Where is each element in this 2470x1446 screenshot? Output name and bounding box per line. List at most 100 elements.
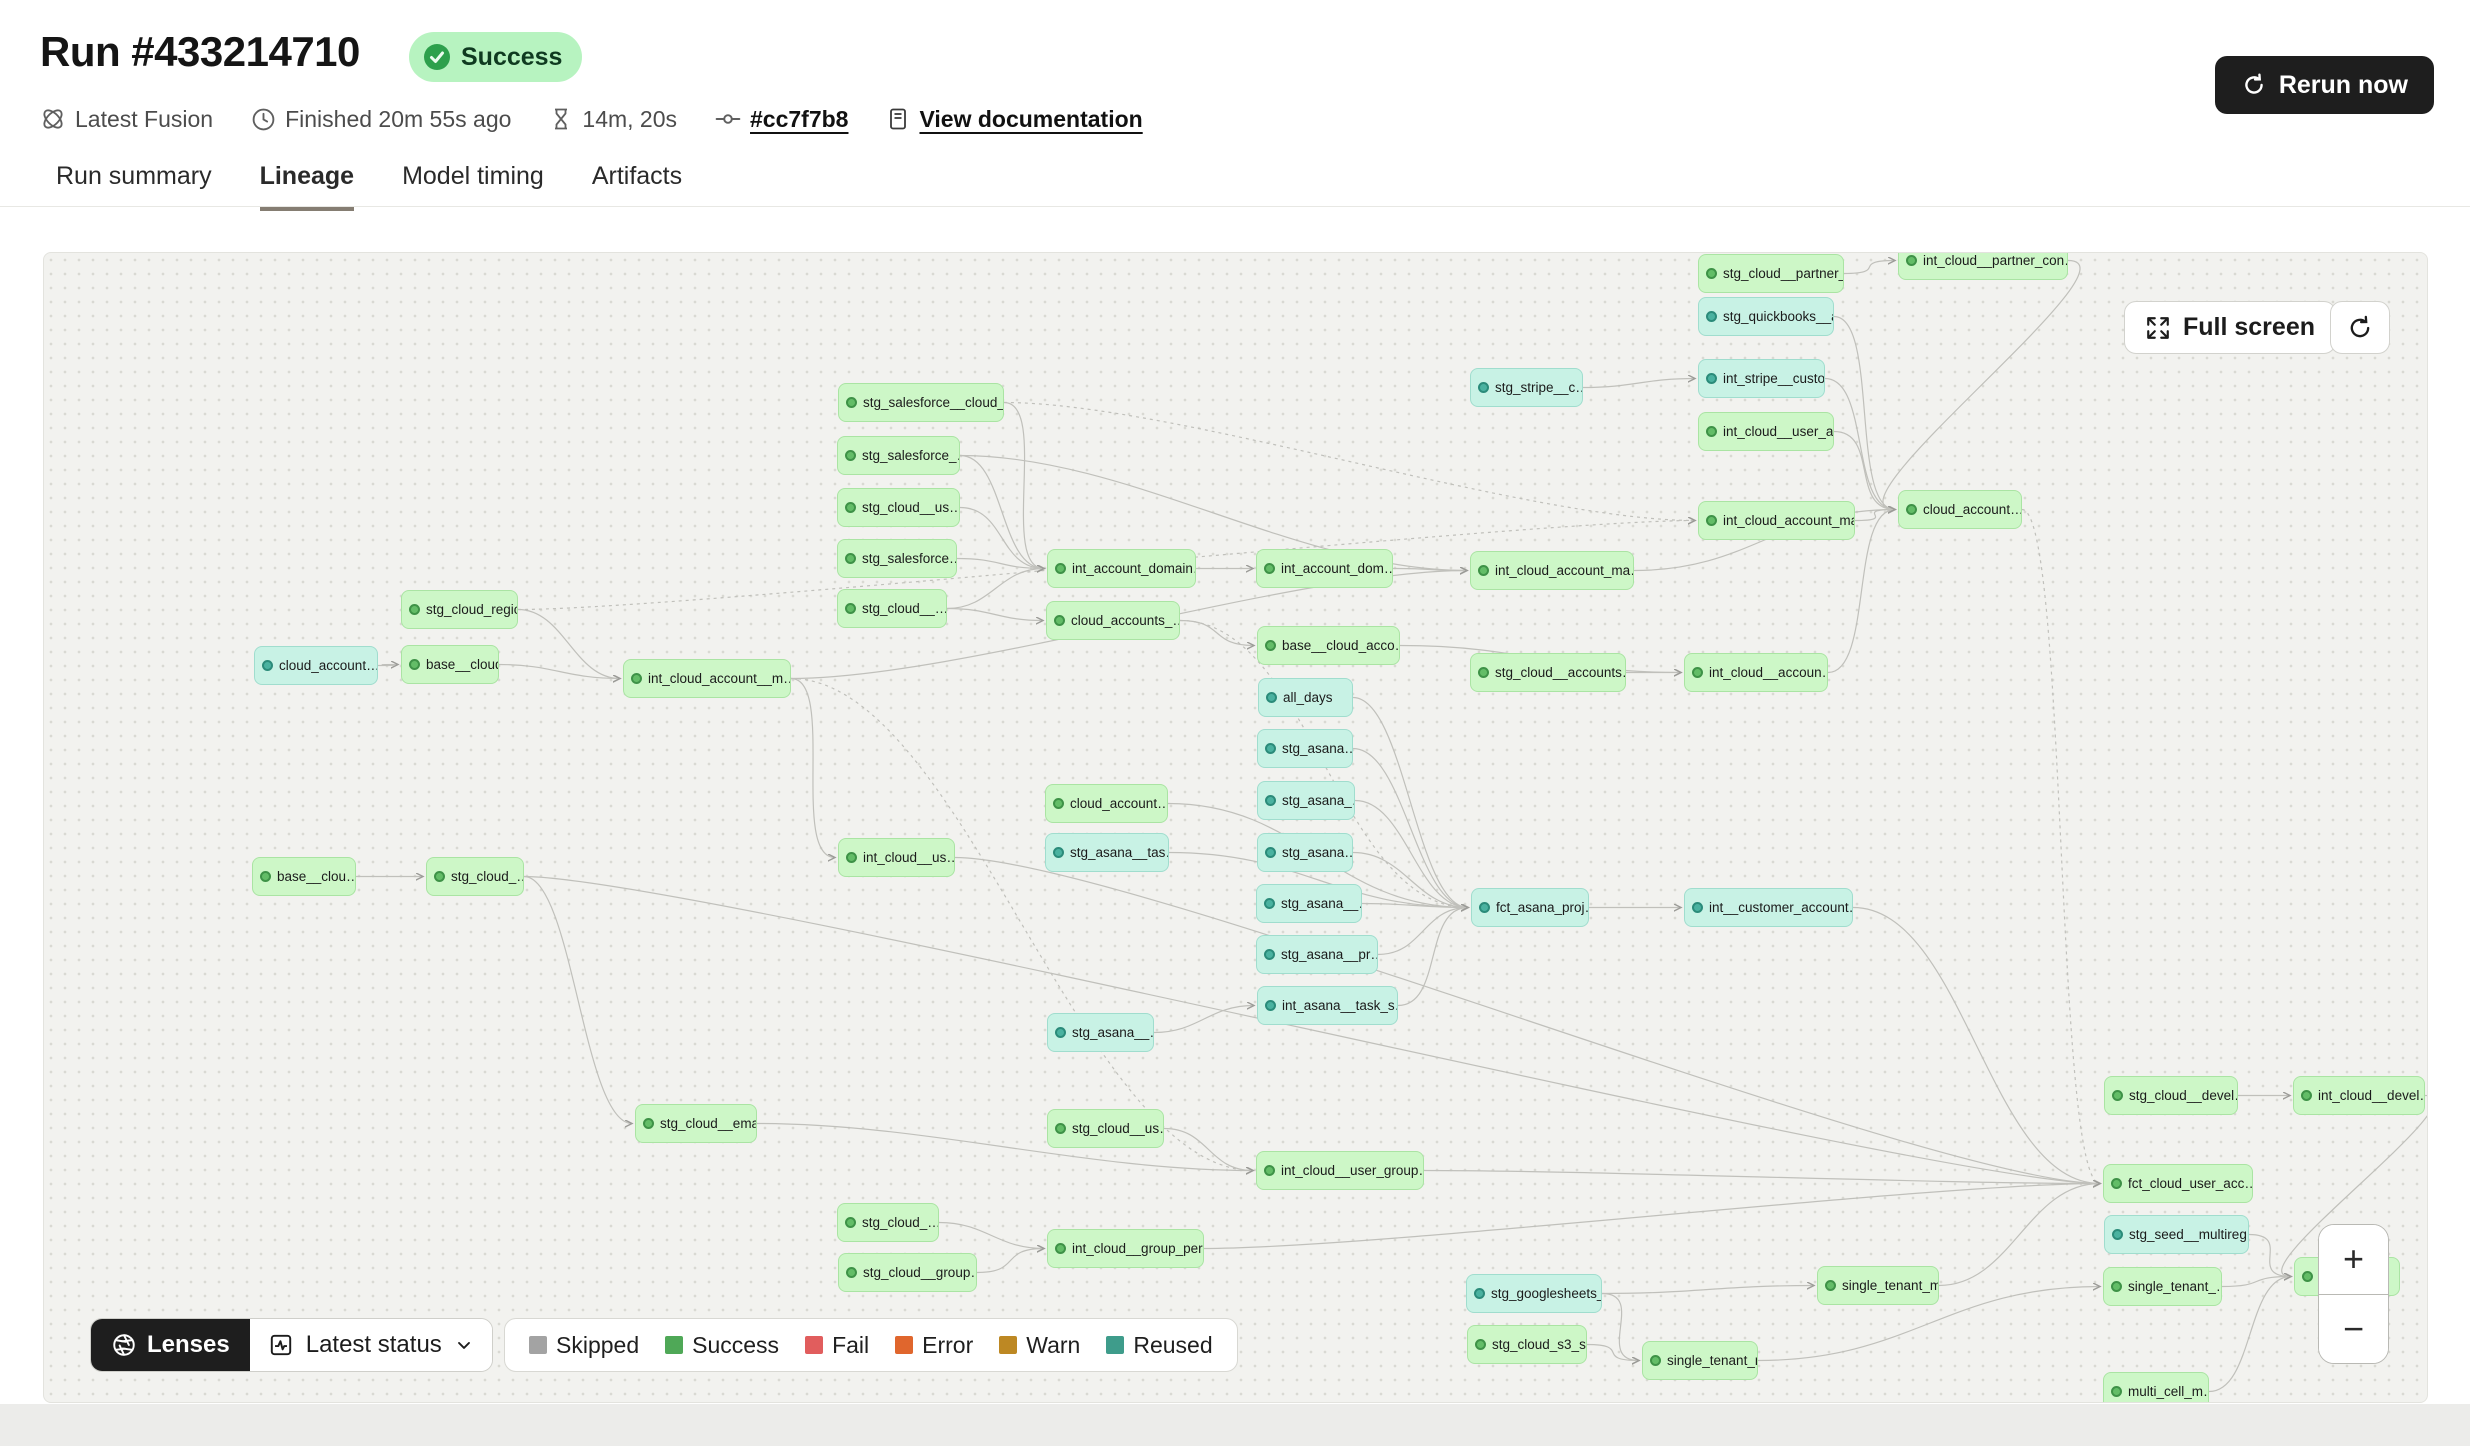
canvas-refresh-button[interactable] [2330,301,2390,354]
graph-node[interactable]: stg_quickbooks__a… [1698,297,1834,336]
zoom-out-button[interactable]: − [2319,1295,2388,1364]
success-status-icon [1650,1355,1661,1366]
tab-model-timing[interactable]: Model timing [402,162,544,211]
graph-node[interactable]: fct_cloud_user_acc… [2103,1164,2253,1203]
graph-node[interactable]: int_cloud_account_ma… [1470,551,1634,590]
legend-label: Warn [1026,1332,1080,1359]
fusion-logo-icon [40,106,66,132]
graph-node[interactable]: stg_asana__… [1256,884,1362,923]
graph-node[interactable]: int_cloud_account_ma… [1698,501,1855,540]
success-status-icon [260,871,271,882]
graph-node[interactable]: int_cloud__user_group… [1256,1151,1424,1190]
graph-node[interactable]: single_tenant_map… [1642,1341,1758,1380]
graph-node-label: stg_googlesheets__sin… [1491,1286,1602,1301]
rerun-button[interactable]: Rerun now [2215,56,2434,114]
lens-select[interactable]: Latest status [250,1319,492,1371]
graph-edge [518,610,620,679]
graph-node-label: single_tenant_… [2128,1279,2222,1294]
graph-node[interactable]: stg_googlesheets__sin… [1466,1274,1602,1313]
graph-node[interactable]: int_account_domain… [1047,549,1196,588]
graph-node-label: stg_asana_… [1282,793,1355,808]
meta-item-3[interactable]: #cc7f7b8 [715,106,848,133]
graph-node[interactable]: int_account_dom… [1256,549,1393,588]
graph-node[interactable]: stg_seed__multireg… [2104,1215,2249,1254]
graph-node[interactable]: int__customer_account… [1684,888,1853,927]
graph-node[interactable]: stg_salesforce_… [837,436,960,475]
lineage-canvas[interactable]: cloud_account… stg_cloud_region… base__clo… [43,252,2428,1403]
graph-node[interactable]: stg_stripe__c… [1470,368,1583,407]
success-status-icon [1825,1280,1836,1291]
graph-node[interactable]: stg_cloud_region… [401,590,518,629]
graph-node[interactable]: stg_salesforce__cloud_… [838,383,1004,422]
meta-item-0: Latest Fusion [40,106,213,133]
tab-lineage[interactable]: Lineage [260,162,354,211]
graph-node[interactable]: int_cloud__devel… [2293,1076,2425,1115]
tab-artifacts[interactable]: Artifacts [592,162,682,211]
graph-node[interactable]: stg_asana__pr… [1256,935,1378,974]
graph-node-label: stg_asana__tas… [1070,845,1169,860]
graph-node[interactable]: stg_cloud__group… [838,1253,977,1292]
success-status-icon [1906,255,1917,266]
graph-node[interactable]: int_stripe__custo… [1698,359,1825,398]
graph-edge [2022,510,2100,1184]
page-title: Run #433214710 [40,28,360,76]
graph-node-label: stg_cloud__group… [863,1265,977,1280]
graph-node[interactable]: all_days [1258,678,1353,717]
graph-node[interactable]: single_tenant_… [2103,1267,2222,1306]
graph-node[interactable]: base__cloud_acco… [1257,626,1400,665]
reused-status-icon [1265,1000,1276,1011]
graph-node[interactable]: stg_cloud__accounts… [1470,653,1626,692]
graph-node[interactable]: stg_asana__tas… [1045,833,1169,872]
success-status-icon [846,1267,857,1278]
tab-run-summary[interactable]: Run summary [56,162,212,211]
graph-node-label: all_days [1283,690,1333,705]
graph-node[interactable]: int_cloud__group_per… [1047,1229,1204,1268]
graph-node[interactable]: int_cloud__us… [838,838,955,877]
graph-node[interactable]: cloud_account… [1898,490,2022,529]
graph-node[interactable]: stg_cloud_… [426,857,524,896]
graph-node[interactable]: int_cloud__user_ac… [1698,412,1834,451]
graph-node[interactable]: stg_cloud__devel… [2104,1076,2238,1115]
lenses-button[interactable]: Lenses [91,1319,250,1371]
graph-node[interactable]: int_asana__task_s… [1257,986,1398,1025]
graph-edge [1602,1286,1814,1294]
zoom-in-button[interactable]: + [2319,1225,2388,1295]
graph-node[interactable]: stg_asana… [1257,729,1353,768]
graph-node[interactable]: stg_asana… [1257,833,1353,872]
success-status-icon [1906,504,1917,515]
fullscreen-button[interactable]: Full screen [2124,301,2336,354]
graph-node[interactable]: base__clou… [252,857,356,896]
graph-node[interactable]: int_cloud__accoun… [1684,653,1828,692]
success-status-icon [434,871,445,882]
graph-node[interactable]: stg_cloud_s3_singl… [1467,1325,1587,1364]
graph-node[interactable]: cloud_account… [1045,784,1168,823]
graph-node[interactable]: stg_cloud__email… [635,1104,757,1143]
meta-item-1: Finished 20m 55s ago [251,106,511,133]
graph-node[interactable]: stg_cloud__… [837,589,947,628]
legend-swatch [895,1336,913,1354]
meta-item-4[interactable]: View documentation [886,106,1142,133]
graph-node[interactable]: stg_cloud__us… [1047,1109,1164,1148]
graph-node[interactable]: cloud_account… [254,646,378,685]
graph-node[interactable]: int_cloud__partner_con… [1898,252,2068,280]
graph-node[interactable]: stg_cloud__us… [837,488,960,527]
graph-node[interactable]: single_tenant_mapp… [1817,1266,1939,1305]
graph-node[interactable]: cloud_accounts_… [1046,601,1180,640]
graph-node[interactable]: stg_cloud__partner_c… [1698,254,1844,293]
graph-node[interactable]: int_cloud_account__m… [623,659,791,698]
rerun-button-label: Rerun now [2279,71,2408,100]
success-status-icon [1265,640,1276,651]
graph-node[interactable]: fct_asana_proj… [1471,888,1589,927]
meta-item-label: View documentation [919,106,1142,133]
graph-node[interactable]: stg_cloud_… [837,1203,939,1242]
reused-status-icon [1706,373,1717,384]
tab-bar: Run summary Lineage Model timing Artifacts [56,162,682,211]
graph-node-label: cloud_account… [1070,796,1168,811]
graph-node[interactable]: multi_cell_m… [2103,1372,2209,1403]
graph-edge [1355,801,1468,908]
graph-node[interactable]: stg_asana__… [1047,1013,1154,1052]
graph-node[interactable]: stg_asana_… [1257,781,1355,820]
graph-node[interactable]: base__cloud_… [401,645,499,684]
graph-node[interactable]: stg_salesforce… [837,539,957,578]
success-status-icon [1706,515,1717,526]
